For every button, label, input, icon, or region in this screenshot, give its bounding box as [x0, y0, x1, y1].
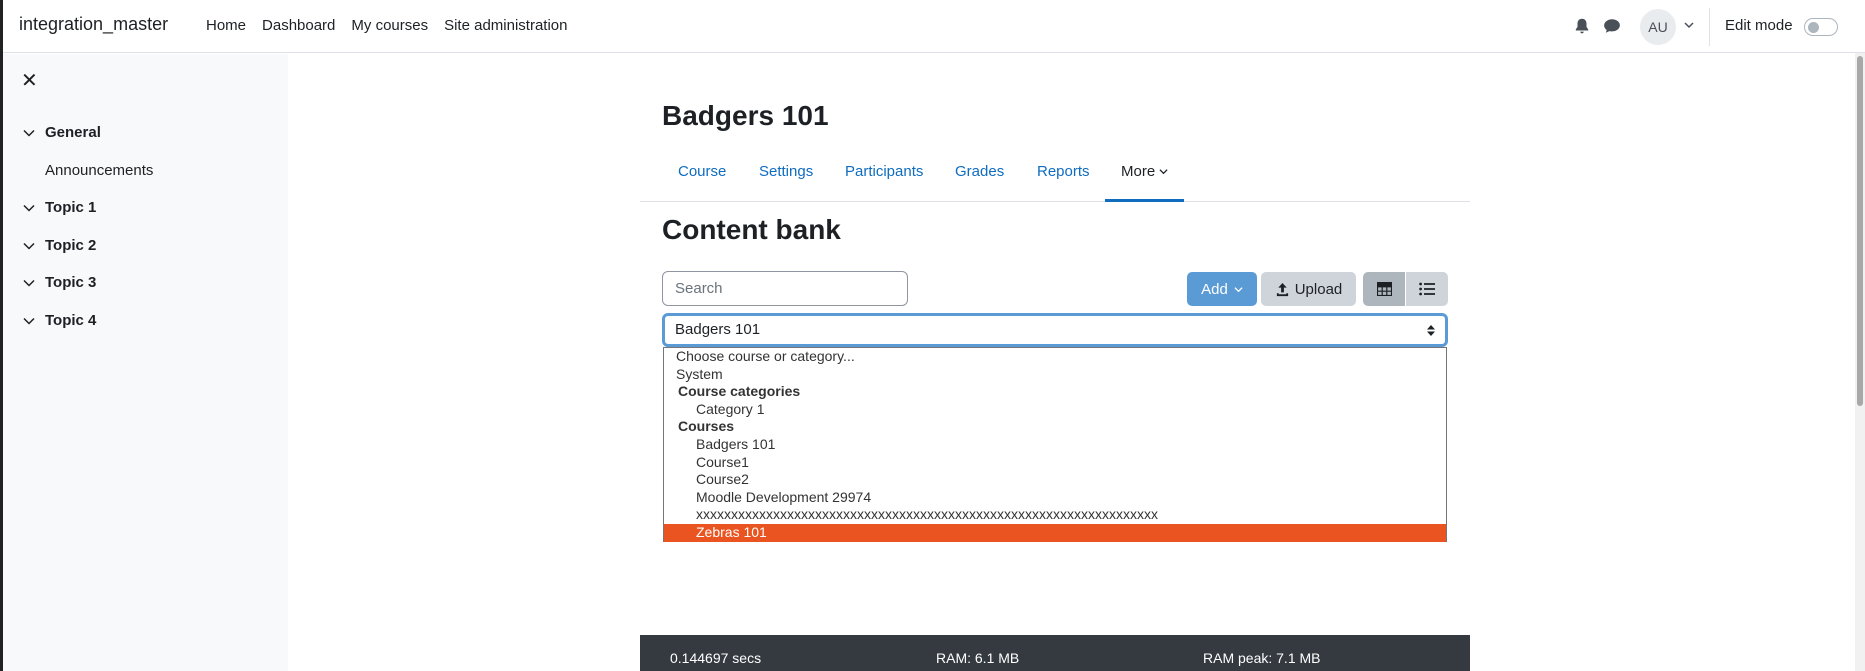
add-button-label: Add: [1201, 280, 1228, 298]
nav-home[interactable]: Home: [206, 17, 246, 34]
nav-my-courses[interactable]: My courses: [351, 17, 428, 34]
edit-mode-label: Edit mode: [1725, 17, 1793, 34]
drawer-section-topic-2[interactable]: Topic 2: [23, 237, 96, 254]
course-title: Badgers 101: [662, 100, 829, 131]
performance-footer: 0.144697 secs RAM: 6.1 MB RAM peak: 7.1 …: [640, 635, 1470, 671]
active-tab-indicator: [1105, 199, 1184, 202]
context-dropdown-list: Choose course or category... System Cour…: [663, 347, 1447, 542]
list-view-icon: [1419, 282, 1435, 296]
tab-course[interactable]: Course: [678, 163, 726, 180]
drawer-section-label: Topic 4: [45, 312, 97, 329]
drawer-section-label: Topic 3: [45, 274, 97, 291]
primary-nav: Home Dashboard My courses Site administr…: [206, 17, 568, 34]
nav-site-administration[interactable]: Site administration: [444, 17, 567, 34]
list-view-button[interactable]: [1406, 272, 1448, 306]
tab-settings[interactable]: Settings: [759, 163, 813, 180]
context-select-value: Badgers 101: [675, 321, 761, 338]
upload-button-label: Upload: [1294, 280, 1343, 298]
context-select[interactable]: Badgers 101: [662, 313, 1448, 347]
top-navbar: integration_master Home Dashboard My cou…: [3, 0, 1865, 53]
drawer-section-topic-4[interactable]: Topic 4: [23, 312, 96, 329]
chevron-down-icon: [23, 129, 35, 137]
chevron-down-icon: [23, 204, 35, 212]
navbar-divider: [1709, 8, 1710, 46]
close-icon[interactable]: ✕: [21, 68, 38, 93]
upload-button[interactable]: Upload: [1261, 272, 1356, 306]
dropdown-option[interactable]: Course2: [664, 471, 1446, 489]
page-heading: Content bank: [662, 214, 841, 245]
tab-more-label: More: [1121, 163, 1156, 180]
dropdown-option[interactable]: Choose course or category...: [664, 348, 1446, 366]
dropdown-option[interactable]: Moodle Development 29974: [664, 489, 1446, 507]
notifications-bell-icon[interactable]: [1573, 17, 1591, 35]
chevron-down-icon: [23, 242, 35, 250]
footer-ram-peak: RAM peak: 7.1 MB: [1203, 650, 1321, 666]
chevron-down-icon: [23, 317, 35, 325]
drawer-section-label: General: [45, 124, 101, 141]
dropdown-option[interactable]: Badgers 101: [664, 436, 1446, 454]
dropdown-option[interactable]: Course1: [664, 454, 1446, 472]
messages-chat-icon[interactable]: [1603, 17, 1621, 35]
toggle-knob: [1808, 22, 1819, 33]
chevron-down-icon: [1234, 286, 1243, 292]
tab-grades[interactable]: Grades: [955, 163, 1004, 180]
dropdown-option[interactable]: Category 1: [664, 401, 1446, 419]
user-avatar[interactable]: AU: [1640, 9, 1676, 45]
dropdown-option-highlighted[interactable]: Zebras 101: [664, 523, 1446, 542]
drawer-item-announcements[interactable]: Announcements: [45, 162, 153, 179]
footer-ram: RAM: 6.1 MB: [936, 650, 1020, 666]
grid-view-icon: [1376, 282, 1392, 296]
drawer-section-topic-1[interactable]: Topic 1: [23, 199, 96, 216]
site-brand[interactable]: integration_master: [19, 14, 168, 35]
grid-view-button[interactable]: [1363, 272, 1405, 306]
dropdown-group-label: Course categories: [678, 383, 801, 400]
tab-reports[interactable]: Reports: [1037, 163, 1090, 180]
user-menu-chevron-down-icon[interactable]: [1683, 19, 1695, 31]
dropdown-option[interactable]: xxxxxxxxxxxxxxxxxxxxxxxxxxxxxxxxxxxxxxxx…: [664, 506, 1446, 524]
tab-participants[interactable]: Participants: [845, 163, 923, 180]
search-input[interactable]: Search: [662, 271, 908, 306]
footer-time: 0.144697 secs: [670, 650, 762, 666]
select-arrows-icon: [1427, 325, 1435, 336]
drawer-section-general[interactable]: General: [23, 124, 101, 141]
drawer-section-topic-3[interactable]: Topic 3: [23, 274, 96, 291]
edit-mode-toggle[interactable]: [1804, 18, 1838, 36]
chevron-down-icon: [1159, 169, 1168, 175]
add-button[interactable]: Add: [1187, 272, 1257, 306]
dropdown-option[interactable]: System: [664, 366, 1446, 384]
nav-dashboard[interactable]: Dashboard: [262, 17, 335, 34]
course-secondary-nav: Course Settings Participants Grades Repo…: [640, 155, 1470, 202]
dropdown-group-label: Courses: [678, 418, 735, 435]
tab-more[interactable]: More: [1121, 163, 1168, 180]
upload-icon: [1276, 282, 1288, 296]
drawer-section-label: Topic 2: [45, 237, 97, 254]
course-index-drawer: ✕ General Announcements Topic 1 Topic 2 …: [3, 54, 288, 671]
chevron-down-icon: [23, 279, 35, 287]
drawer-section-label: Topic 1: [45, 199, 97, 216]
scrollbar-thumb[interactable]: [1857, 56, 1863, 406]
